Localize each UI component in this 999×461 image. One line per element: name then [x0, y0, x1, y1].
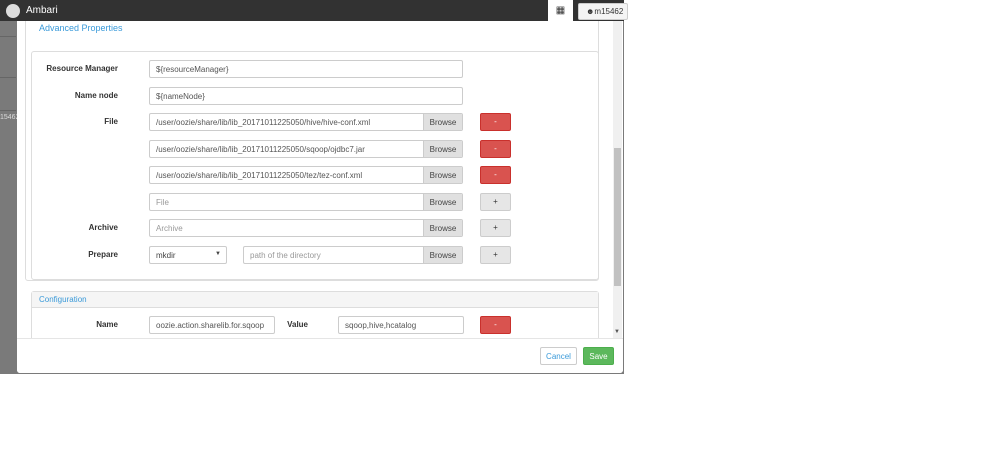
save-button[interactable]: Save [583, 347, 614, 365]
file-input[interactable]: /user/oozie/share/lib/lib_20171011225050… [149, 140, 463, 158]
caret-down-icon: ▼ [215, 251, 221, 257]
file-row: /user/oozie/share/lib/lib_20171011225050… [32, 166, 598, 184]
file-input[interactable]: /user/oozie/share/lib/lib_20171011225050… [149, 113, 463, 131]
add-archive-button[interactable]: + [480, 219, 511, 237]
resource-manager-input[interactable]: ${resourceManager} [149, 60, 463, 78]
file-row: /user/oozie/share/lib/lib_20171011225050… [32, 140, 598, 158]
user-name: m15462 [594, 7, 624, 16]
action-settings-modal: Advanced Properties Resource Manager ${r… [17, 21, 623, 373]
remove-file-button[interactable]: - [480, 140, 511, 158]
remove-config-button[interactable]: - [480, 316, 511, 334]
browse-button[interactable]: Browse [423, 194, 462, 210]
file-label: File [104, 117, 118, 126]
scrollbar-thumb[interactable] [614, 148, 621, 286]
resource-manager-row: Resource Manager ${resourceManager} [32, 60, 598, 78]
name-node-label: Name node [74, 91, 118, 100]
remove-file-button[interactable]: - [480, 166, 511, 184]
modal-footer: Cancel Save [17, 338, 623, 373]
advanced-properties-title: Advanced Properties [39, 23, 123, 33]
ambari-logo-icon[interactable] [6, 3, 20, 18]
brand-name[interactable]: Ambari [26, 5, 58, 16]
prepare-row: Prepare mkdir ▼ path of the directory Brow… [32, 246, 598, 264]
cancel-button[interactable]: Cancel [540, 347, 577, 365]
config-value-label: Value [287, 320, 308, 329]
add-file-button[interactable]: + [480, 193, 511, 211]
prepare-type-select[interactable]: mkdir ▼ [149, 246, 227, 264]
config-name-input[interactable]: oozie.action.sharelib.for.sqoop [149, 316, 275, 334]
user-menu-button[interactable]: ☻m15462 [578, 3, 628, 20]
prepare-path-input[interactable]: path of the directory Browse [243, 246, 463, 264]
new-file-input[interactable]: File Browse [149, 193, 463, 211]
modal-scrollbar[interactable]: ▼ [613, 21, 622, 338]
resource-manager-label: Resource Manager [46, 64, 118, 73]
archive-label: Archive [88, 223, 118, 232]
browse-button[interactable]: Browse [423, 247, 462, 263]
config-row: Name oozie.action.sharelib.for.sqoop Val… [32, 316, 598, 334]
top-navbar: Ambari [0, 0, 624, 21]
remove-file-button[interactable]: - [480, 113, 511, 131]
file-row: File /user/oozie/share/lib/lib_201710112… [32, 113, 598, 131]
archive-input[interactable]: Archive Browse [149, 219, 463, 237]
properties-box: Resource Manager ${resourceManager} Name… [31, 51, 599, 280]
apps-grid-icon[interactable]: ▦ [548, 0, 573, 21]
browse-button[interactable]: Browse [423, 141, 462, 157]
browse-button[interactable]: Browse [423, 220, 462, 236]
prepare-label: Prepare [88, 250, 118, 259]
add-prepare-button[interactable]: + [480, 246, 511, 264]
configuration-title: Configuration [32, 292, 598, 308]
name-node-input[interactable]: ${nameNode} [149, 87, 463, 105]
archive-row: Archive Archive Browse + [32, 219, 598, 237]
scroll-down-icon[interactable]: ▼ [614, 329, 620, 335]
name-node-row: Name node ${nameNode} [32, 87, 598, 105]
config-name-label: Name [96, 320, 118, 329]
browse-button[interactable]: Browse [423, 167, 462, 183]
config-value-input[interactable]: sqoop,hive,hcatalog [338, 316, 464, 334]
file-input[interactable]: /user/oozie/share/lib/lib_20171011225050… [149, 166, 463, 184]
new-file-row: File Browse + [32, 193, 598, 211]
browse-button[interactable]: Browse [423, 114, 462, 130]
